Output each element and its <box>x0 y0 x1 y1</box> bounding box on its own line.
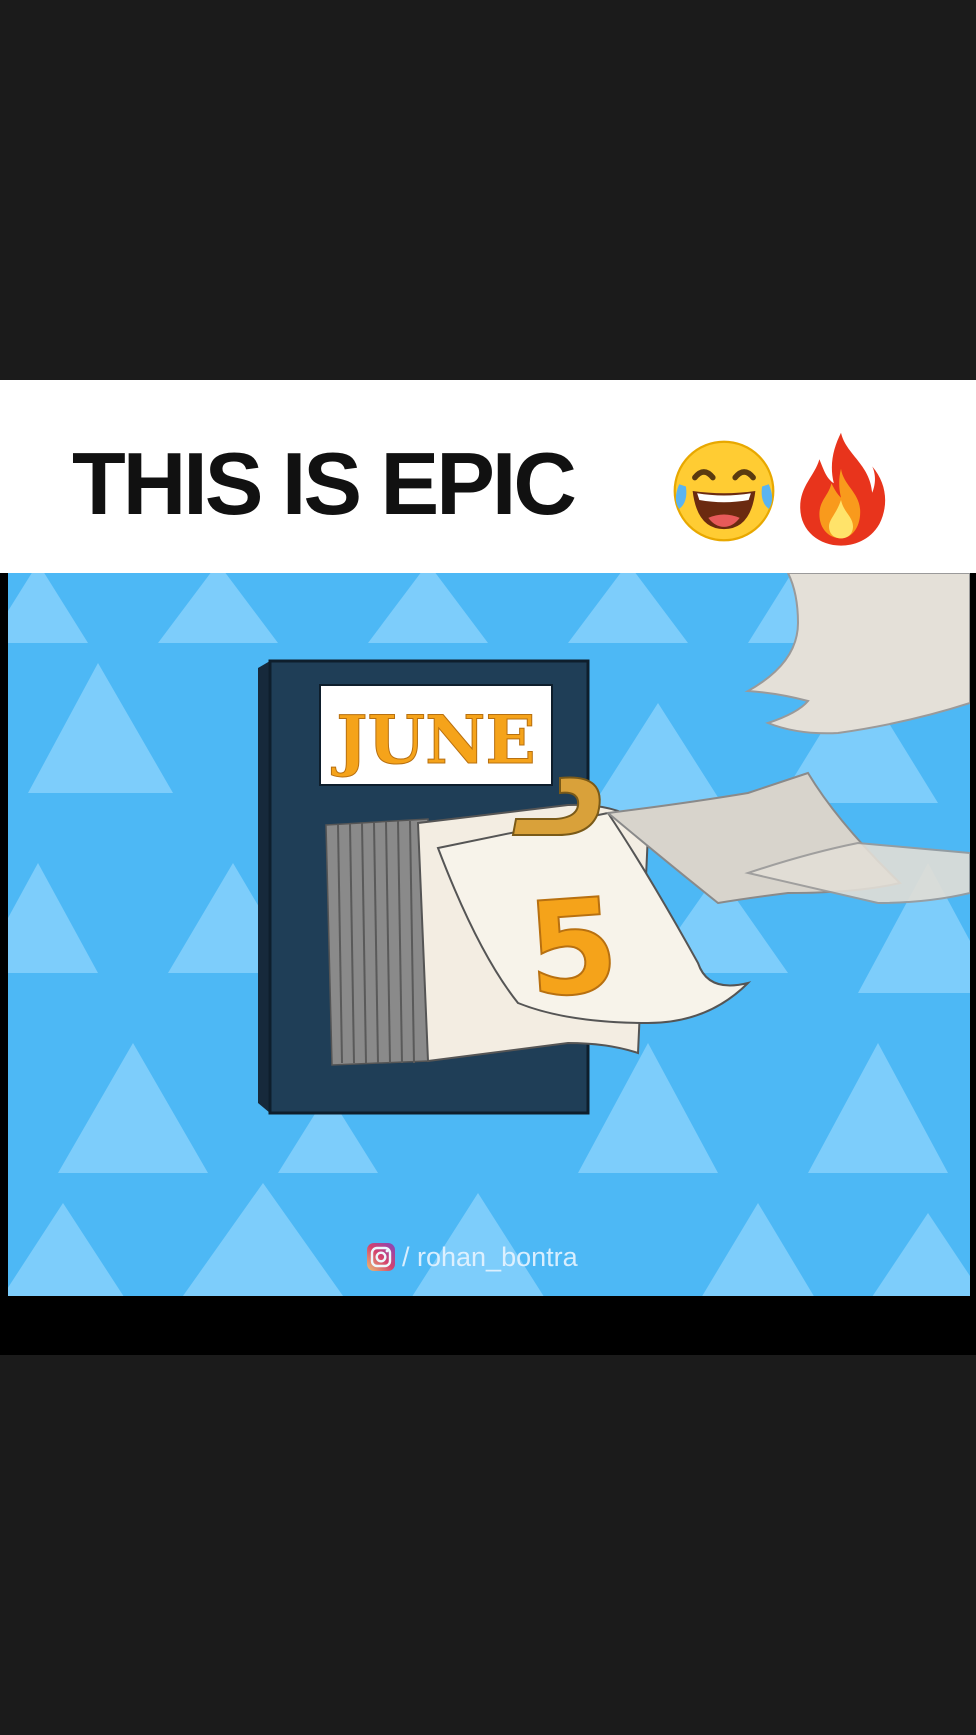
video-scene[interactable]: JUNE 5 <box>8 573 970 1296</box>
watermark-handle: / rohan_bontra <box>402 1241 578 1272</box>
calendar-month: JUNE <box>331 701 535 779</box>
laughing-tears-icon <box>673 440 775 542</box>
reel-viewer: THIS IS EPIC JUNE 5 / rohan_bontra <box>0 0 976 1735</box>
instagram-icon <box>367 1243 395 1271</box>
caption-text: THIS IS EPIC <box>72 434 577 533</box>
fire-icon <box>800 432 886 546</box>
watermark: / rohan_bontra <box>366 1240 578 1274</box>
calendar-day: 5 <box>522 869 623 1027</box>
